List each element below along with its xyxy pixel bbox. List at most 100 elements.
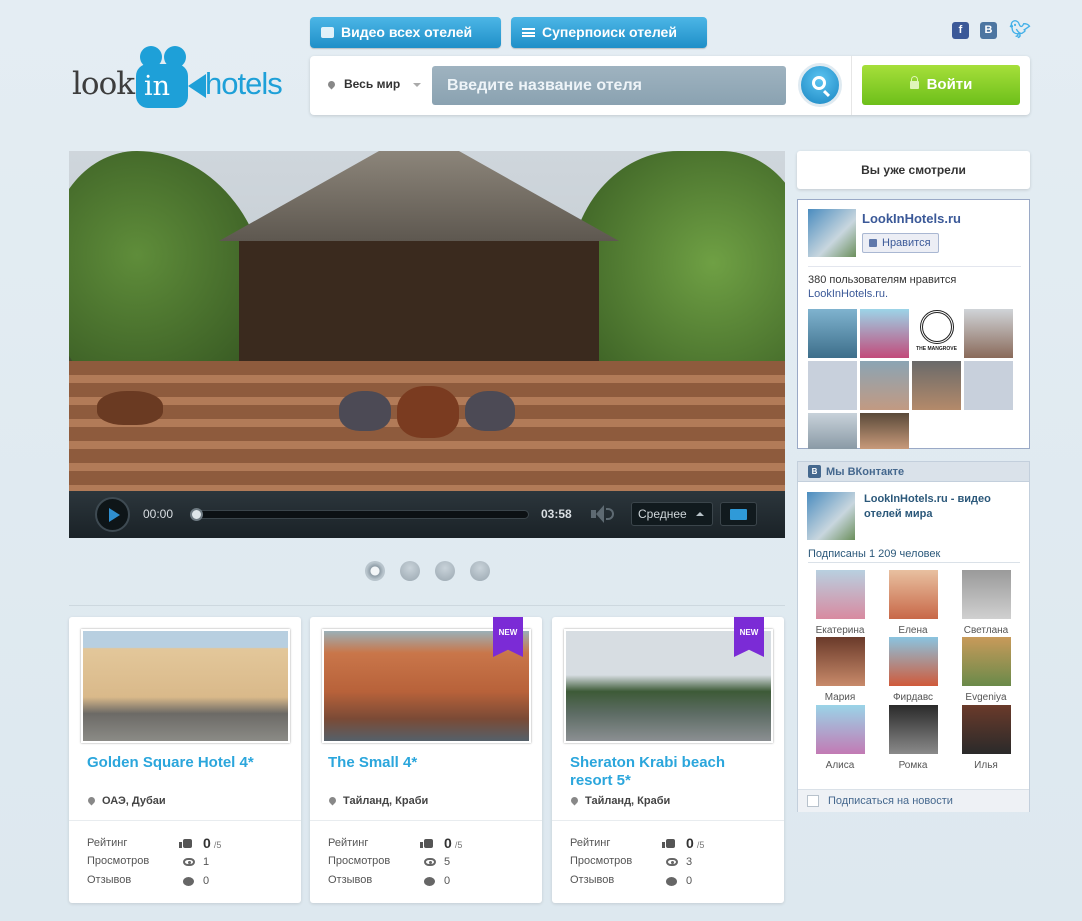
region-value: Весь мир bbox=[344, 77, 401, 91]
search-icon bbox=[812, 76, 826, 90]
vk-subscribers-count: Подписаны 1 209 человек bbox=[808, 548, 941, 560]
eye-icon bbox=[424, 858, 436, 866]
rating-max: /5 bbox=[696, 840, 705, 850]
current-time: 00:00 bbox=[143, 507, 174, 521]
slider-dot-2[interactable] bbox=[400, 561, 420, 581]
progress-handle[interactable] bbox=[190, 508, 203, 521]
member-avatar bbox=[888, 705, 938, 754]
quality-select[interactable]: Среднее bbox=[631, 502, 713, 526]
hotel-card[interactable]: Golden Square Hotel 4* ОАЭ, Дубаи Рейтин… bbox=[69, 617, 301, 903]
facebook-page-name[interactable]: LookInHotels.ru bbox=[862, 211, 961, 226]
subscribe-label[interactable]: Подписаться на новости bbox=[828, 795, 953, 807]
search-button[interactable] bbox=[798, 63, 842, 107]
volume-wave bbox=[606, 508, 614, 520]
hotel-card[interactable]: NEW Sheraton Krabi beach resort 5* Тайла… bbox=[552, 617, 784, 903]
search-bar: Весь мир Войти bbox=[310, 56, 1030, 115]
rating-label: Рейтинг bbox=[87, 837, 128, 849]
hotel-location: Тайланд, Краби bbox=[569, 795, 671, 807]
volume-icon[interactable] bbox=[589, 504, 615, 524]
slider-dot-1[interactable] bbox=[365, 561, 385, 581]
fan-avatar[interactable] bbox=[912, 361, 961, 410]
hotel-thumbnail[interactable] bbox=[81, 629, 290, 743]
hotel-card[interactable]: NEW The Small 4* Тайланд, Краби Рейтинг … bbox=[310, 617, 542, 903]
vk-member[interactable]: Светлана bbox=[956, 570, 1016, 636]
rating-value: 0 /5 bbox=[203, 835, 221, 851]
video-frame[interactable] bbox=[69, 151, 785, 491]
hotel-location-text: Тайланд, Краби bbox=[585, 795, 671, 807]
views-label: Просмотров bbox=[328, 855, 391, 867]
slider-dot-4[interactable] bbox=[470, 561, 490, 581]
vk-logo-icon: B bbox=[808, 465, 821, 478]
views-value: 1 bbox=[203, 856, 210, 868]
vk-group-avatar[interactable] bbox=[807, 492, 855, 540]
progress-bar[interactable] bbox=[190, 508, 529, 521]
video-icon bbox=[321, 27, 334, 38]
divider bbox=[808, 266, 1021, 267]
hotel-title[interactable]: Sheraton Krabi beach resort 5* bbox=[570, 754, 770, 790]
vkontakte-icon[interactable]: B bbox=[980, 22, 997, 39]
fan-avatar[interactable] bbox=[964, 309, 1013, 358]
facebook-like-button[interactable]: Нравится bbox=[862, 233, 939, 253]
rating-number: 0 bbox=[686, 835, 694, 851]
already-watched-panel[interactable]: Вы уже смотрели bbox=[797, 151, 1030, 189]
lock-icon bbox=[909, 76, 919, 89]
vk-member[interactable]: Ромка bbox=[883, 705, 943, 771]
page-avatar[interactable] bbox=[808, 209, 856, 257]
video-player[interactable]: 00:00 03:58 Среднее bbox=[69, 151, 785, 538]
location-pin-icon bbox=[327, 795, 338, 806]
fan-avatar[interactable] bbox=[808, 309, 857, 358]
vk-member[interactable]: Елена bbox=[883, 570, 943, 636]
divider bbox=[69, 820, 301, 821]
location-pin-icon bbox=[569, 795, 580, 806]
vk-member[interactable]: Мария bbox=[810, 637, 870, 703]
member-avatar bbox=[961, 570, 1011, 619]
thumbs-up-icon bbox=[179, 839, 192, 848]
member-name: Evgeniya bbox=[965, 692, 1007, 703]
vk-member[interactable]: Екатерина bbox=[810, 570, 870, 636]
video-scene-pavilion bbox=[239, 241, 599, 371]
hotel-title[interactable]: The Small 4* bbox=[328, 754, 528, 772]
video-scene-roof bbox=[219, 151, 619, 241]
region-dropdown[interactable]: Весь мир bbox=[325, 77, 421, 91]
views-label: Просмотров bbox=[570, 855, 633, 867]
member-name: Ромка bbox=[898, 760, 928, 771]
views-value: 5 bbox=[444, 856, 451, 868]
login-button[interactable]: Войти bbox=[862, 65, 1020, 105]
fan-avatar[interactable] bbox=[860, 361, 909, 410]
vk-member[interactable]: Илья bbox=[956, 705, 1016, 771]
fan-avatar-placeholder[interactable] bbox=[964, 361, 1013, 410]
vkontakte-widget: B Мы ВКонтакте LookInHotels.ru - видео о… bbox=[797, 461, 1030, 812]
fan-avatar[interactable] bbox=[860, 413, 909, 449]
fan-avatar[interactable]: THE MANGROVE bbox=[912, 309, 961, 358]
twitter-icon[interactable]: 🐦︎ bbox=[1009, 21, 1031, 39]
list-icon bbox=[522, 28, 535, 37]
rating-label: Рейтинг bbox=[328, 837, 369, 849]
fan-avatar[interactable] bbox=[860, 309, 909, 358]
hotel-title[interactable]: Golden Square Hotel 4* bbox=[87, 754, 287, 772]
facebook-icon[interactable]: f bbox=[952, 22, 969, 39]
play-button[interactable] bbox=[95, 497, 130, 532]
fans-page-link[interactable]: LookInHotels.ru. bbox=[808, 288, 888, 300]
fan-avatar-placeholder[interactable] bbox=[808, 361, 857, 410]
comment-icon bbox=[666, 877, 677, 886]
vk-widget-header: B Мы ВКонтакте bbox=[798, 462, 1029, 482]
fullscreen-button[interactable] bbox=[720, 502, 757, 526]
all-hotel-videos-button[interactable]: Видео всех отелей bbox=[310, 17, 501, 48]
rating-value: 0 /5 bbox=[686, 835, 704, 851]
member-name: Мария bbox=[824, 692, 856, 703]
vk-member[interactable]: Фирдавс bbox=[883, 637, 943, 703]
super-search-button[interactable]: Суперпоиск отелей bbox=[511, 17, 707, 48]
hotel-search-input[interactable] bbox=[432, 66, 786, 105]
vk-member[interactable]: Алиса bbox=[810, 705, 870, 771]
hotel-location: ОАЭ, Дубаи bbox=[86, 795, 166, 807]
vk-member[interactable]: Evgeniya bbox=[956, 637, 1016, 703]
site-logo[interactable]: look in hotels bbox=[72, 44, 302, 110]
fan-avatar[interactable] bbox=[808, 413, 857, 449]
divider bbox=[808, 562, 1020, 563]
vk-group-title[interactable]: LookInHotels.ru - видео отелей мира bbox=[864, 492, 1014, 522]
video-scene-pot bbox=[339, 391, 391, 431]
logo-word-look: look bbox=[72, 66, 135, 102]
member-avatar bbox=[815, 637, 865, 686]
slider-dot-3[interactable] bbox=[435, 561, 455, 581]
subscribe-checkbox[interactable] bbox=[807, 795, 819, 807]
